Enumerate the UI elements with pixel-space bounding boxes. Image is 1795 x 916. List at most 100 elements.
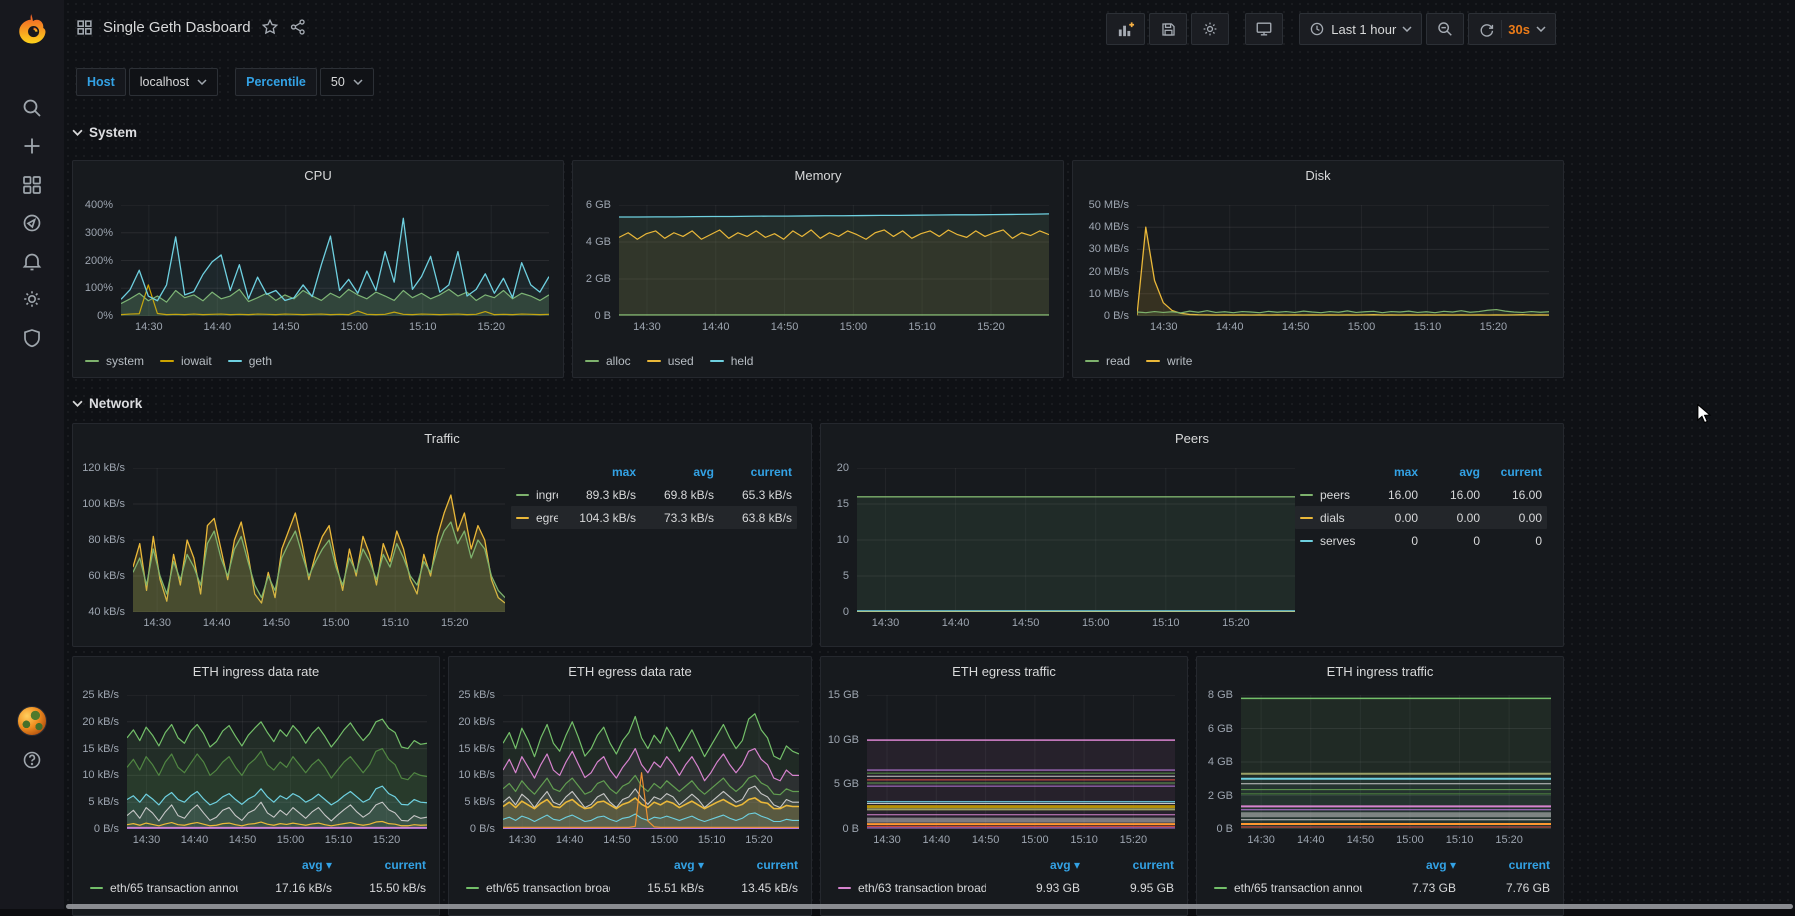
legend-color-dash: [1300, 517, 1313, 519]
explore-compass-icon[interactable]: [21, 212, 43, 234]
panel-title[interactable]: Disk: [1073, 168, 1563, 183]
panel-title[interactable]: Peers: [821, 431, 1563, 446]
legend-color-dash: [516, 517, 529, 519]
eth-egress-traffic-chart[interactable]: 14:3014:4014:5015:0015:1015:20: [867, 695, 1175, 829]
legend-col-current[interactable]: current: [704, 858, 798, 872]
grafana-logo-icon[interactable]: [10, 8, 54, 52]
legend-col-avg[interactable]: avg: [1418, 465, 1480, 479]
chart-canvas[interactable]: [1137, 205, 1549, 316]
legend-col-current[interactable]: current: [1080, 858, 1174, 872]
legend-color-dash: [228, 360, 242, 362]
panel-title[interactable]: Memory: [573, 168, 1063, 183]
alerting-bell-icon[interactable]: [21, 250, 43, 272]
server-admin-shield-icon[interactable]: [21, 327, 43, 349]
share-icon[interactable]: [289, 18, 307, 36]
add-panel-button[interactable]: [1106, 13, 1145, 45]
legend-row[interactable]: eth/65 transaction announcement7.73 GB7.…: [1209, 876, 1555, 899]
disk-chart[interactable]: 14:3014:4014:5015:0015:1015:20: [1137, 205, 1549, 316]
user-avatar[interactable]: [17, 706, 47, 736]
legend-row[interactable]: dials0.000.000.00: [1295, 506, 1547, 529]
panel-title[interactable]: ETH ingress traffic: [1197, 664, 1563, 679]
row-header-system[interactable]: System: [72, 125, 137, 140]
panel-title[interactable]: Traffic: [73, 431, 811, 446]
horizontal-scrollbar[interactable]: [66, 904, 1793, 909]
legend-item[interactable]: read: [1085, 354, 1130, 368]
dashboards-icon[interactable]: [21, 174, 43, 196]
legend-col-max[interactable]: max: [1356, 465, 1418, 479]
variable-value-percentile[interactable]: 50: [320, 68, 374, 96]
x-tick-label: 15:10: [325, 834, 353, 846]
legend-color-dash: [1146, 360, 1160, 362]
chart-canvas[interactable]: [619, 205, 1049, 316]
legend-col-avg[interactable]: avg ▾: [986, 858, 1080, 872]
eth-egress-data-rate-chart[interactable]: 14:3014:4014:5015:0015:1015:20: [503, 695, 799, 829]
variable-value-host[interactable]: localhost: [129, 68, 218, 96]
legend-row[interactable]: serves000: [1295, 529, 1547, 552]
refresh-button-group[interactable]: 30s: [1468, 13, 1556, 45]
star-icon[interactable]: [261, 18, 279, 36]
chart-canvas[interactable]: [857, 468, 1295, 612]
legend-col-max[interactable]: max: [558, 465, 636, 479]
legend-col-avg[interactable]: avg ▾: [238, 858, 332, 872]
dashboard-settings-button[interactable]: [1191, 13, 1229, 45]
legend-color-dash: [647, 360, 661, 362]
legend-col-current[interactable]: current: [714, 465, 792, 479]
chart-canvas[interactable]: [127, 695, 427, 829]
traffic-chart[interactable]: 14:3014:4014:5015:0015:1015:20: [133, 468, 505, 612]
cpu-chart[interactable]: 14:3014:4014:5015:0015:1015:20: [121, 205, 549, 316]
cycle-view-tv-icon[interactable]: [1245, 13, 1283, 45]
legend-item[interactable]: iowait: [160, 354, 212, 368]
time-range-picker[interactable]: Last 1 hour: [1299, 13, 1422, 45]
panel-title[interactable]: ETH ingress data rate: [73, 664, 439, 679]
x-tick-label: 14:40: [203, 617, 231, 629]
legend-item[interactable]: geth: [228, 354, 272, 368]
y-axis: 15 GB10 GB5 GB0 B: [827, 695, 867, 829]
eth-ingress-traffic-chart[interactable]: 14:3014:4014:5015:0015:1015:20: [1241, 695, 1551, 829]
eth-ingress-data-rate-chart[interactable]: 14:3014:4014:5015:0015:1015:20: [127, 695, 427, 829]
legend-row[interactable]: eth/63 transaction broadcast9.93 GB9.95 …: [833, 876, 1179, 899]
legend-row[interactable]: eth/65 transaction announcement17.16 kB/…: [85, 876, 431, 899]
legend-col-current[interactable]: current: [332, 858, 426, 872]
save-dashboard-button[interactable]: [1149, 13, 1187, 45]
panel-title[interactable]: CPU: [73, 168, 563, 183]
chart-canvas[interactable]: [1241, 695, 1551, 829]
configuration-gear-icon[interactable]: [21, 288, 43, 310]
search-icon[interactable]: [21, 97, 43, 119]
panel-title[interactable]: ETH egress data rate: [449, 664, 811, 679]
refresh-interval-label[interactable]: 30s: [1508, 22, 1530, 37]
memory-chart[interactable]: 14:3014:4014:5015:0015:1015:20: [619, 205, 1049, 316]
legend-col-current[interactable]: current: [1480, 465, 1542, 479]
help-icon[interactable]: [21, 749, 43, 771]
chart-canvas[interactable]: [133, 468, 505, 612]
y-tick-label: 0 B: [842, 823, 859, 835]
chart-canvas[interactable]: [503, 695, 799, 829]
zoom-out-button[interactable]: [1426, 13, 1464, 45]
y-tick-label: 10 kB/s: [82, 769, 119, 781]
legend-item[interactable]: held: [710, 354, 754, 368]
peers-chart[interactable]: 14:3014:4014:5015:0015:1015:20: [857, 468, 1295, 612]
legend-row[interactable]: egress104.3 kB/s73.3 kB/s63.8 kB/s: [511, 506, 797, 529]
refresh-icon[interactable]: [1478, 21, 1495, 38]
legend-item[interactable]: used: [647, 354, 694, 368]
x-tick-label: 15:20: [745, 834, 773, 846]
legend-col-current[interactable]: current: [1456, 858, 1550, 872]
x-tick-label: 14:50: [771, 321, 799, 333]
legend-row[interactable]: peers16.0016.0016.00: [1295, 483, 1547, 506]
y-tick-label: 15 kB/s: [458, 743, 495, 755]
add-icon[interactable]: [21, 135, 43, 157]
chart-canvas[interactable]: [121, 205, 549, 316]
chart-canvas[interactable]: [867, 695, 1175, 829]
legend-row[interactable]: ingress89.3 kB/s69.8 kB/s65.3 kB/s: [511, 483, 797, 506]
legend-col-avg[interactable]: avg ▾: [610, 858, 704, 872]
panel-disk: Disk 50 MB/s40 MB/s30 MB/s20 MB/s10 MB/s…: [1072, 160, 1564, 378]
row-header-network[interactable]: Network: [72, 396, 142, 411]
legend-row[interactable]: eth/65 transaction broadcast15.51 kB/s13…: [461, 876, 803, 899]
legend-item[interactable]: write: [1146, 354, 1192, 368]
legend-col-avg[interactable]: avg: [636, 465, 714, 479]
dashboard-grid-icon[interactable]: [76, 19, 93, 36]
legend-col-avg[interactable]: avg ▾: [1362, 858, 1456, 872]
legend-item[interactable]: system: [85, 354, 144, 368]
legend-item[interactable]: alloc: [585, 354, 631, 368]
legend: alloc used held: [585, 354, 753, 368]
panel-title[interactable]: ETH egress traffic: [821, 664, 1187, 679]
